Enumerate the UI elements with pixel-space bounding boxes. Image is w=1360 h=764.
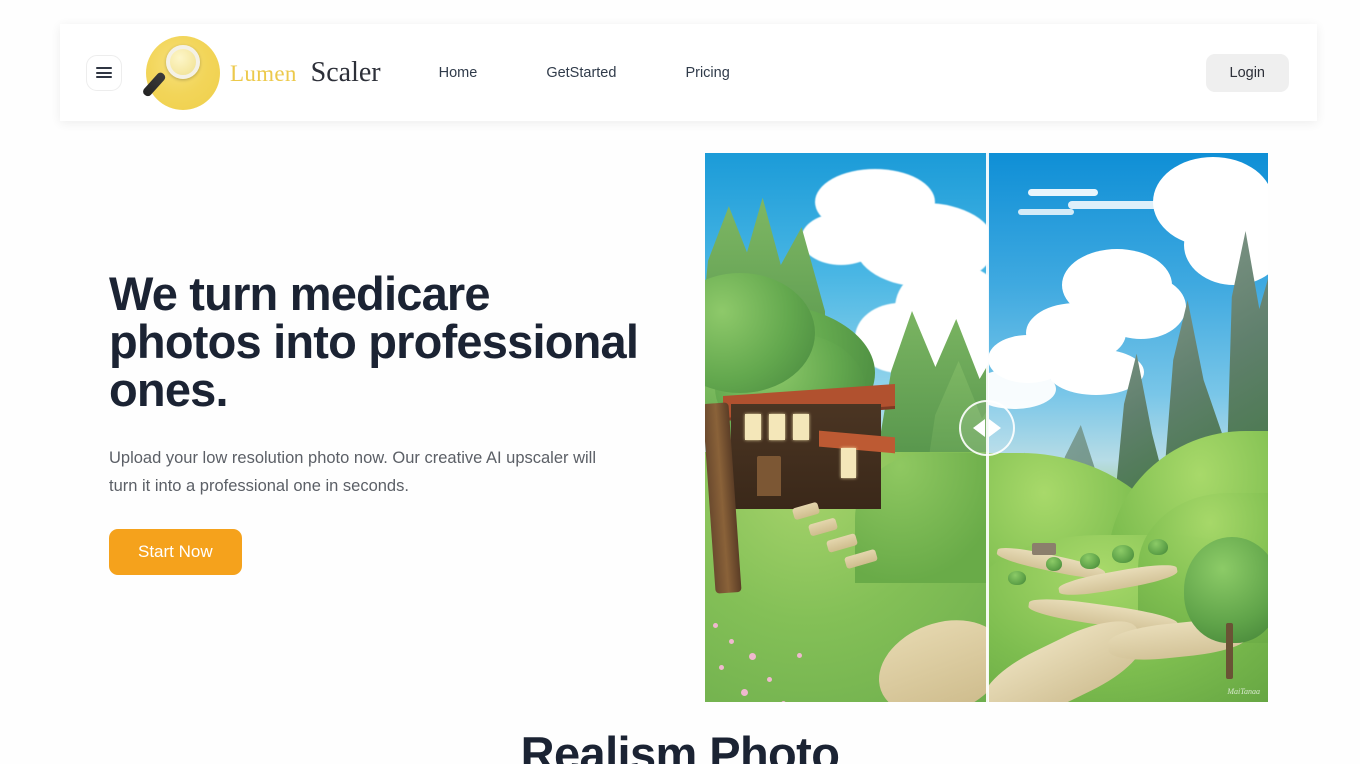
image-watermark: MaiTanaa	[1227, 687, 1260, 696]
house-illustration	[723, 378, 908, 513]
nav-item-getstarted[interactable]: GetStarted	[546, 57, 616, 89]
brand-logo[interactable]: Lumen Scaler	[141, 35, 381, 110]
hamburger-menu-button[interactable]	[86, 54, 122, 91]
logo-lens	[166, 44, 200, 79]
login-button[interactable]: Login	[1205, 53, 1289, 92]
nav-item-home[interactable]: Home	[439, 57, 478, 89]
hamburger-icon	[96, 64, 112, 80]
before-after-comparison[interactable]: MaiTanaa	[705, 153, 1268, 702]
comparison-image-before	[705, 153, 988, 702]
section-title-realism-photo: Realism Photo	[520, 727, 840, 764]
comparison-slider-handle[interactable]	[958, 399, 1015, 456]
site-header: Lumen Scaler Home GetStarted Pricing Log…	[60, 24, 1317, 121]
right-arrow-icon	[988, 418, 1001, 437]
valley-scene-illustration: MaiTanaa	[988, 153, 1268, 702]
village-scene-illustration	[705, 153, 988, 702]
page-root: Lumen Scaler Home GetStarted Pricing Log…	[0, 0, 1360, 764]
hero-subtitle: Upload your low resolution photo now. Ou…	[109, 449, 596, 495]
brand-name-secondary: Scaler	[310, 56, 381, 88]
main-navigation: Home GetStarted Pricing	[439, 57, 730, 89]
brand-name-primary: Lumen	[230, 60, 297, 86]
brand-text: Lumen Scaler	[230, 57, 381, 89]
start-now-button[interactable]: Start Now	[109, 529, 242, 575]
magnifying-glass-logo-icon	[141, 35, 220, 110]
hero-content: We turn medicare photos into professiona…	[109, 270, 649, 575]
hero-title: We turn medicare photos into professiona…	[109, 267, 639, 416]
left-arrow-icon	[972, 418, 985, 437]
nav-item-pricing[interactable]: Pricing	[685, 57, 729, 89]
comparison-image-after: MaiTanaa	[988, 153, 1268, 702]
